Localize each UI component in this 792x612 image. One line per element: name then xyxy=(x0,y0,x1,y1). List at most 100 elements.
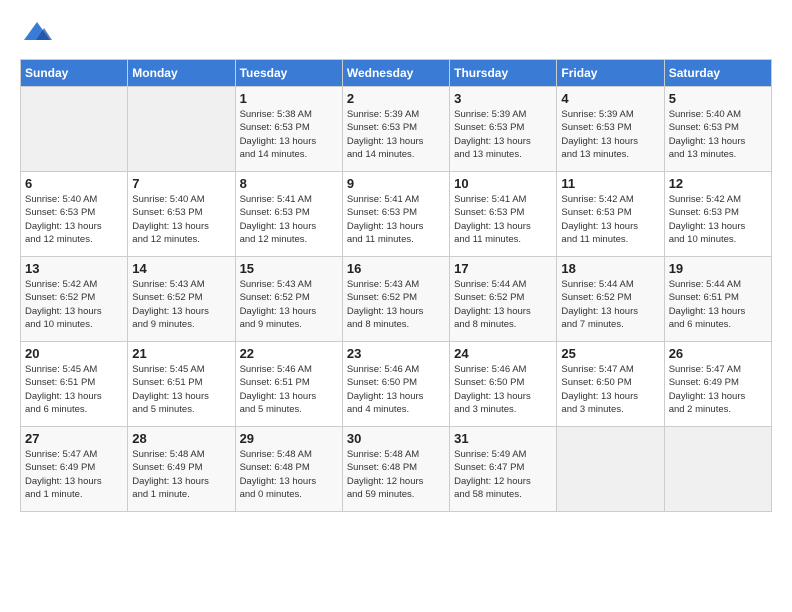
weekday-header-monday: Monday xyxy=(128,60,235,87)
calendar-cell: 29 Sunrise: 5:48 AM Sunset: 6:48 PM Dayli… xyxy=(235,427,342,512)
day-number: 30 xyxy=(347,431,445,446)
day-number: 6 xyxy=(25,176,123,191)
day-info: Sunrise: 5:48 AM Sunset: 6:48 PM Dayligh… xyxy=(347,448,445,501)
day-number: 11 xyxy=(561,176,659,191)
weekday-header-sunday: Sunday xyxy=(21,60,128,87)
weekday-header-tuesday: Tuesday xyxy=(235,60,342,87)
day-info: Sunrise: 5:49 AM Sunset: 6:47 PM Dayligh… xyxy=(454,448,552,501)
day-info: Sunrise: 5:40 AM Sunset: 6:53 PM Dayligh… xyxy=(669,108,767,161)
page-header xyxy=(20,20,772,49)
calendar-cell: 16 Sunrise: 5:43 AM Sunset: 6:52 PM Dayli… xyxy=(342,257,449,342)
day-info: Sunrise: 5:46 AM Sunset: 6:50 PM Dayligh… xyxy=(347,363,445,416)
day-info: Sunrise: 5:39 AM Sunset: 6:53 PM Dayligh… xyxy=(347,108,445,161)
day-number: 19 xyxy=(669,261,767,276)
day-number: 26 xyxy=(669,346,767,361)
calendar-cell: 23Sunrise: 5:46 AM Sunset: 6:50 PM Dayli… xyxy=(342,342,449,427)
day-info: Sunrise: 5:44 AM Sunset: 6:52 PM Dayligh… xyxy=(454,278,552,331)
calendar-week-row: 20Sunrise: 5:45 AM Sunset: 6:51 PM Dayli… xyxy=(21,342,772,427)
calendar-week-row: 27 Sunrise: 5:47 AM Sunset: 6:49 PM Dayli… xyxy=(21,427,772,512)
day-info: Sunrise: 5:42 AM Sunset: 6:52 PM Dayligh… xyxy=(25,278,123,331)
weekday-header-wednesday: Wednesday xyxy=(342,60,449,87)
day-info: Sunrise: 5:41 AM Sunset: 6:53 PM Dayligh… xyxy=(347,193,445,246)
calendar-cell: 18 Sunrise: 5:44 AM Sunset: 6:52 PM Dayli… xyxy=(557,257,664,342)
calendar-cell: 30 Sunrise: 5:48 AM Sunset: 6:48 PM Dayli… xyxy=(342,427,449,512)
day-info: Sunrise: 5:43 AM Sunset: 6:52 PM Dayligh… xyxy=(132,278,230,331)
day-number: 15 xyxy=(240,261,338,276)
day-number: 29 xyxy=(240,431,338,446)
day-number: 31 xyxy=(454,431,552,446)
day-info: Sunrise: 5:45 AM Sunset: 6:51 PM Dayligh… xyxy=(25,363,123,416)
day-number: 8 xyxy=(240,176,338,191)
day-number: 18 xyxy=(561,261,659,276)
day-info: Sunrise: 5:48 AM Sunset: 6:48 PM Dayligh… xyxy=(240,448,338,501)
calendar-cell: 2Sunrise: 5:39 AM Sunset: 6:53 PM Daylig… xyxy=(342,87,449,172)
calendar-cell: 22Sunrise: 5:46 AM Sunset: 6:51 PM Dayli… xyxy=(235,342,342,427)
calendar-cell: 10 Sunrise: 5:41 AM Sunset: 6:53 PM Dayli… xyxy=(450,172,557,257)
calendar-cell: 12Sunrise: 5:42 AM Sunset: 6:53 PM Dayli… xyxy=(664,172,771,257)
day-info: Sunrise: 5:44 AM Sunset: 6:52 PM Dayligh… xyxy=(561,278,659,331)
calendar-cell: 1 Sunrise: 5:38 AM Sunset: 6:53 PM Daylig… xyxy=(235,87,342,172)
calendar-cell: 4 Sunrise: 5:39 AM Sunset: 6:53 PM Daylig… xyxy=(557,87,664,172)
day-number: 9 xyxy=(347,176,445,191)
calendar-cell: 9 Sunrise: 5:41 AM Sunset: 6:53 PM Daylig… xyxy=(342,172,449,257)
day-info: Sunrise: 5:46 AM Sunset: 6:50 PM Dayligh… xyxy=(454,363,552,416)
day-info: Sunrise: 5:46 AM Sunset: 6:51 PM Dayligh… xyxy=(240,363,338,416)
calendar-cell: 25Sunrise: 5:47 AM Sunset: 6:50 PM Dayli… xyxy=(557,342,664,427)
day-info: Sunrise: 5:39 AM Sunset: 6:53 PM Dayligh… xyxy=(561,108,659,161)
day-number: 13 xyxy=(25,261,123,276)
logo-icon xyxy=(22,20,52,44)
day-info: Sunrise: 5:47 AM Sunset: 6:49 PM Dayligh… xyxy=(25,448,123,501)
calendar-cell: 31 Sunrise: 5:49 AM Sunset: 6:47 PM Dayli… xyxy=(450,427,557,512)
calendar-cell: 5 Sunrise: 5:40 AM Sunset: 6:53 PM Daylig… xyxy=(664,87,771,172)
calendar-week-row: 6 Sunrise: 5:40 AM Sunset: 6:53 PM Daylig… xyxy=(21,172,772,257)
calendar-cell: 21 Sunrise: 5:45 AM Sunset: 6:51 PM Dayli… xyxy=(128,342,235,427)
day-info: Sunrise: 5:45 AM Sunset: 6:51 PM Dayligh… xyxy=(132,363,230,416)
calendar-cell xyxy=(664,427,771,512)
day-number: 3 xyxy=(454,91,552,106)
day-number: 10 xyxy=(454,176,552,191)
day-info: Sunrise: 5:48 AM Sunset: 6:49 PM Dayligh… xyxy=(132,448,230,501)
day-number: 28 xyxy=(132,431,230,446)
calendar-cell: 11 Sunrise: 5:42 AM Sunset: 6:53 PM Dayli… xyxy=(557,172,664,257)
day-info: Sunrise: 5:39 AM Sunset: 6:53 PM Dayligh… xyxy=(454,108,552,161)
calendar-cell: 26 Sunrise: 5:47 AM Sunset: 6:49 PM Dayli… xyxy=(664,342,771,427)
day-number: 24 xyxy=(454,346,552,361)
day-info: Sunrise: 5:47 AM Sunset: 6:50 PM Dayligh… xyxy=(561,363,659,416)
calendar-cell: 19Sunrise: 5:44 AM Sunset: 6:51 PM Dayli… xyxy=(664,257,771,342)
calendar-cell xyxy=(557,427,664,512)
calendar-cell: 6Sunrise: 5:40 AM Sunset: 6:53 PM Daylig… xyxy=(21,172,128,257)
day-number: 7 xyxy=(132,176,230,191)
day-number: 17 xyxy=(454,261,552,276)
calendar-table: SundayMondayTuesdayWednesdayThursdayFrid… xyxy=(20,59,772,512)
day-info: Sunrise: 5:42 AM Sunset: 6:53 PM Dayligh… xyxy=(561,193,659,246)
weekday-header-friday: Friday xyxy=(557,60,664,87)
day-number: 16 xyxy=(347,261,445,276)
day-number: 1 xyxy=(240,91,338,106)
day-info: Sunrise: 5:41 AM Sunset: 6:53 PM Dayligh… xyxy=(240,193,338,246)
day-info: Sunrise: 5:40 AM Sunset: 6:53 PM Dayligh… xyxy=(132,193,230,246)
calendar-week-row: 13 Sunrise: 5:42 AM Sunset: 6:52 PM Dayli… xyxy=(21,257,772,342)
calendar-header: SundayMondayTuesdayWednesdayThursdayFrid… xyxy=(21,60,772,87)
day-number: 14 xyxy=(132,261,230,276)
day-number: 21 xyxy=(132,346,230,361)
day-number: 27 xyxy=(25,431,123,446)
day-number: 5 xyxy=(669,91,767,106)
day-info: Sunrise: 5:43 AM Sunset: 6:52 PM Dayligh… xyxy=(240,278,338,331)
calendar-cell: 8 Sunrise: 5:41 AM Sunset: 6:53 PM Daylig… xyxy=(235,172,342,257)
calendar-body: 1 Sunrise: 5:38 AM Sunset: 6:53 PM Daylig… xyxy=(21,87,772,512)
day-info: Sunrise: 5:47 AM Sunset: 6:49 PM Dayligh… xyxy=(669,363,767,416)
weekday-header-row: SundayMondayTuesdayWednesdayThursdayFrid… xyxy=(21,60,772,87)
calendar-cell: 17 Sunrise: 5:44 AM Sunset: 6:52 PM Dayli… xyxy=(450,257,557,342)
day-number: 4 xyxy=(561,91,659,106)
day-info: Sunrise: 5:38 AM Sunset: 6:53 PM Dayligh… xyxy=(240,108,338,161)
calendar-cell xyxy=(128,87,235,172)
weekday-header-saturday: Saturday xyxy=(664,60,771,87)
calendar-cell: 7 Sunrise: 5:40 AM Sunset: 6:53 PM Daylig… xyxy=(128,172,235,257)
logo xyxy=(20,20,56,49)
day-info: Sunrise: 5:42 AM Sunset: 6:53 PM Dayligh… xyxy=(669,193,767,246)
day-info: Sunrise: 5:41 AM Sunset: 6:53 PM Dayligh… xyxy=(454,193,552,246)
calendar-cell: 20Sunrise: 5:45 AM Sunset: 6:51 PM Dayli… xyxy=(21,342,128,427)
calendar-cell xyxy=(21,87,128,172)
day-info: Sunrise: 5:43 AM Sunset: 6:52 PM Dayligh… xyxy=(347,278,445,331)
calendar-cell: 24 Sunrise: 5:46 AM Sunset: 6:50 PM Dayli… xyxy=(450,342,557,427)
